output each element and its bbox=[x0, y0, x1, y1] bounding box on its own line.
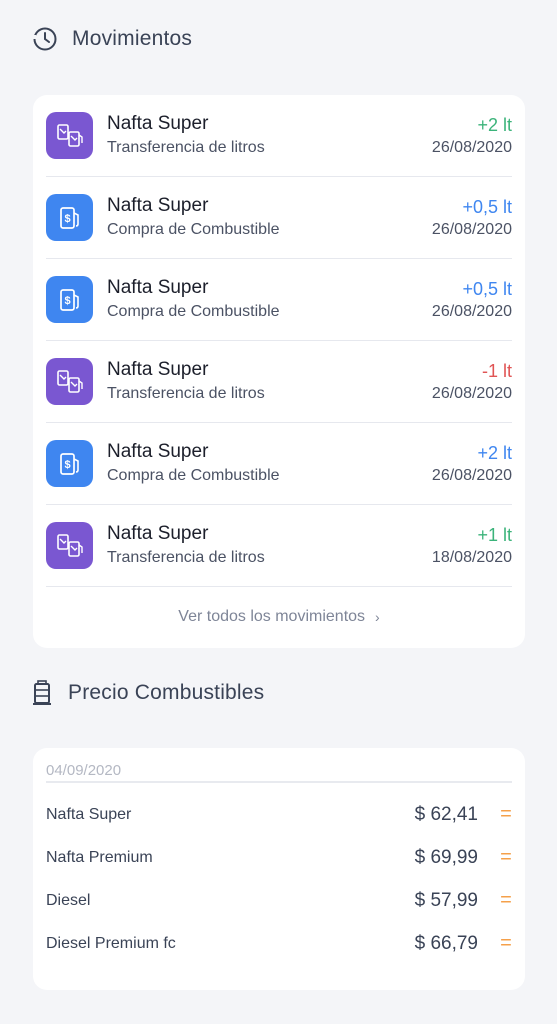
fuel-name: Nafta Premium bbox=[46, 848, 153, 866]
fuel-price: $ 57,99 bbox=[414, 889, 478, 911]
movimiento-right: +2 lt 26/08/2020 bbox=[432, 113, 512, 159]
movimiento-date: 26/08/2020 bbox=[431, 220, 512, 238]
movimiento-row[interactable]: $ Nafta Super Compra de Combustible +0,5 lt… bbox=[46, 177, 512, 259]
movimientos-list: Nafta Super Transferencia de litros +2 lt 2… bbox=[33, 95, 525, 587]
price-row: Diesel $ 57,99 = bbox=[46, 889, 512, 912]
clock-history-icon bbox=[32, 26, 58, 52]
chevron-right-icon: › bbox=[375, 609, 380, 625]
movimiento-amount: +2 lt bbox=[477, 114, 512, 135]
movimiento-row[interactable]: Nafta Super Transferencia de litros +2 lt 2… bbox=[46, 95, 512, 177]
movimientos-title: Movimientos bbox=[72, 27, 193, 50]
movimiento-title: Nafta Super bbox=[107, 195, 209, 216]
movimiento-texts: Nafta Super Transferencia de litros bbox=[107, 522, 432, 569]
movimiento-subtitle: Compra de Combustible bbox=[107, 303, 280, 320]
fuel-name: Nafta Super bbox=[46, 805, 132, 823]
svg-text:$: $ bbox=[64, 213, 70, 225]
movimiento-date: 26/08/2020 bbox=[431, 384, 512, 402]
movimiento-texts: Nafta Super Transferencia de litros bbox=[107, 358, 432, 405]
fuel-transfer-icon bbox=[46, 112, 93, 159]
price-row: Diesel Premium fc $ 66,79 = bbox=[46, 932, 512, 955]
movimiento-right: +0,5 lt 26/08/2020 bbox=[432, 195, 512, 241]
movimiento-subtitle: Transferencia de litros bbox=[107, 139, 265, 156]
fuel-purchase-icon: $ bbox=[46, 440, 93, 487]
movimiento-subtitle: Compra de Combustible bbox=[107, 221, 280, 238]
movimiento-row[interactable]: Nafta Super Transferencia de litros -1 lt 2… bbox=[46, 341, 512, 423]
precio-title: Precio Combustibles bbox=[68, 681, 265, 704]
trend-equal-icon: = bbox=[500, 932, 512, 954]
movimiento-right: +0,5 lt 26/08/2020 bbox=[432, 277, 512, 323]
movimiento-texts: Nafta Super Transferencia de litros bbox=[107, 112, 432, 159]
fuel-price: $ 66,79 bbox=[414, 932, 478, 954]
price-date: 04/09/2020 bbox=[46, 762, 512, 783]
movimiento-right: +1 lt 18/08/2020 bbox=[432, 523, 512, 569]
movimiento-amount: +2 lt bbox=[477, 442, 512, 463]
movimiento-row[interactable]: Nafta Super Transferencia de litros +1 lt 1… bbox=[46, 505, 512, 587]
movimiento-texts: Nafta Super Compra de Combustible bbox=[107, 276, 432, 323]
movimiento-title: Nafta Super bbox=[107, 441, 209, 462]
trend-equal-icon: = bbox=[500, 803, 512, 825]
movimiento-row[interactable]: $ Nafta Super Compra de Combustible +2 lt 26… bbox=[46, 423, 512, 505]
movimiento-title: Nafta Super bbox=[107, 523, 209, 544]
movimientos-header: Movimientos bbox=[32, 26, 192, 52]
price-row: Nafta Super $ 62,41 = bbox=[46, 803, 512, 826]
movimiento-date: 26/08/2020 bbox=[431, 466, 512, 484]
trend-equal-icon: = bbox=[500, 846, 512, 868]
fuel-price: $ 62,41 bbox=[414, 803, 478, 825]
movimiento-right: -1 lt 26/08/2020 bbox=[432, 359, 512, 405]
movimiento-right: +2 lt 26/08/2020 bbox=[432, 441, 512, 487]
movimiento-date: 26/08/2020 bbox=[431, 302, 512, 320]
fuel-name: Diesel Premium fc bbox=[46, 934, 176, 952]
svg-text:$: $ bbox=[64, 295, 70, 307]
movimiento-texts: Nafta Super Compra de Combustible bbox=[107, 440, 432, 487]
movimiento-title: Nafta Super bbox=[107, 277, 209, 298]
movimiento-title: Nafta Super bbox=[107, 359, 209, 380]
fuel-purchase-icon: $ bbox=[46, 276, 93, 323]
ver-todos-label: Ver todos los movimientos bbox=[178, 608, 366, 625]
fuel-transfer-icon bbox=[46, 522, 93, 569]
movimiento-amount: +1 lt bbox=[477, 524, 512, 545]
precio-card: 04/09/2020 Nafta Super $ 62,41 = Nafta Prem… bbox=[33, 748, 525, 990]
movimiento-subtitle: Compra de Combustible bbox=[107, 467, 280, 484]
movimiento-subtitle: Transferencia de litros bbox=[107, 385, 265, 402]
ver-todos-link[interactable]: Ver todos los movimientos › bbox=[33, 587, 525, 647]
movimiento-title: Nafta Super bbox=[107, 113, 209, 134]
fuel-pump-icon bbox=[30, 680, 56, 706]
movimientos-card: Nafta Super Transferencia de litros +2 lt 2… bbox=[33, 95, 525, 648]
movimiento-amount: +0,5 lt bbox=[462, 278, 512, 299]
svg-text:$: $ bbox=[64, 459, 70, 471]
price-row: Nafta Premium $ 69,99 = bbox=[46, 846, 512, 869]
movimiento-amount: -1 lt bbox=[481, 360, 512, 381]
movimiento-subtitle: Transferencia de litros bbox=[107, 549, 265, 566]
movimiento-date: 18/08/2020 bbox=[431, 548, 512, 566]
trend-equal-icon: = bbox=[500, 889, 512, 911]
fuel-purchase-icon: $ bbox=[46, 194, 93, 241]
fuel-price: $ 69,99 bbox=[414, 846, 478, 868]
fuel-transfer-icon bbox=[46, 358, 93, 405]
precio-header: Precio Combustibles bbox=[30, 680, 264, 706]
fuel-name: Diesel bbox=[46, 891, 91, 909]
movimiento-texts: Nafta Super Compra de Combustible bbox=[107, 194, 432, 241]
movimiento-date: 26/08/2020 bbox=[431, 138, 512, 156]
movimiento-row[interactable]: $ Nafta Super Compra de Combustible +0,5 lt… bbox=[46, 259, 512, 341]
movimiento-amount: +0,5 lt bbox=[462, 196, 512, 217]
